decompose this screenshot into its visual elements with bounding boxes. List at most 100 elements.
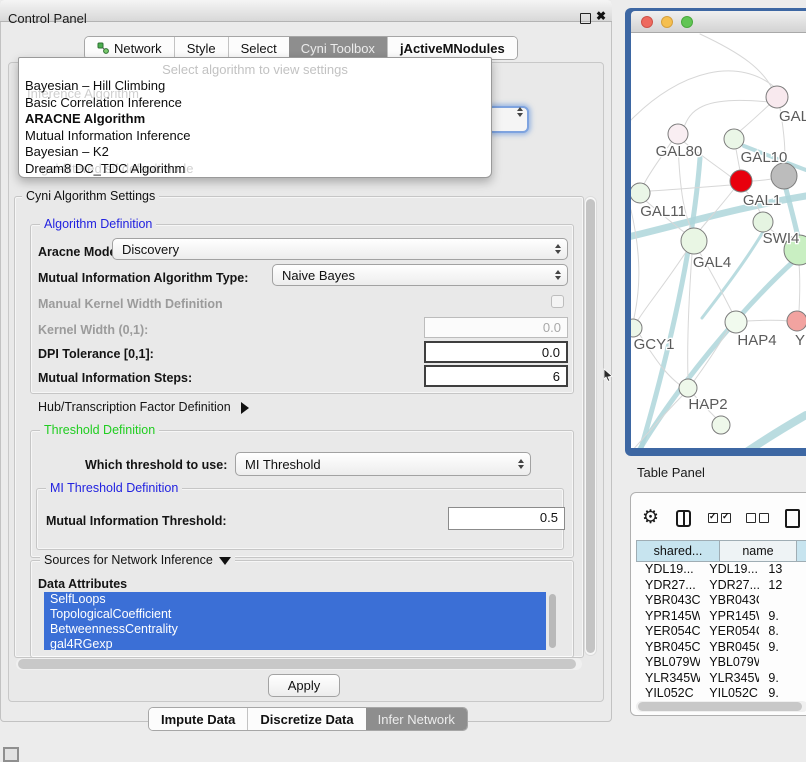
network-node-gal11[interactable]: [631, 183, 650, 203]
network-node-label: GAL1: [743, 192, 781, 209]
network-node-label: GAL: [779, 108, 806, 125]
network-node-label: HAP4: [737, 332, 776, 349]
dropdown-item-bayesian-hill-climbing[interactable]: Bayesian – Hill Climbing: [25, 78, 487, 95]
float-window-icon[interactable]: [580, 13, 591, 24]
table-row[interactable]: YER054CYER054C8.: [636, 624, 806, 640]
table-cell: YDR27...: [700, 578, 759, 594]
table-row[interactable]: YIL052CYIL052C9.: [636, 686, 806, 700]
dropdown-item-bayesian-k2[interactable]: Bayesian – K2: [25, 144, 487, 161]
network-canvas[interactable]: GALGAL80GAL10GAL1GAL11SWI4GAL4GCY1HAP4YH…: [631, 33, 806, 448]
network-node-gal4[interactable]: [681, 228, 707, 254]
network-node-gal1[interactable]: [730, 170, 752, 192]
table-row[interactable]: YLR345WYLR345W9.: [636, 671, 806, 687]
stepper-icon: [555, 244, 561, 254]
dropdown-item-mutual-information-inference[interactable]: Mutual Information Inference: [25, 128, 487, 145]
network-node-swi4[interactable]: [753, 212, 773, 232]
attribute-item-topologicalcoefficient[interactable]: TopologicalCoefficient: [44, 607, 546, 622]
tab-impute-data[interactable]: Impute Data: [149, 708, 247, 730]
network-edge: [736, 149, 740, 170]
network-edge: [650, 185, 731, 191]
apply-button[interactable]: Apply: [268, 674, 340, 697]
network-node-gal[interactable]: [766, 86, 788, 108]
manual-kernel-width-label: Manual Kernel Width Definition: [38, 297, 223, 311]
tab-infer-network[interactable]: Infer Network: [366, 708, 467, 730]
table-row[interactable]: YDR27...YDR27...12: [636, 578, 806, 594]
network-window-titlebar[interactable]: [631, 11, 806, 33]
network-edge: [700, 34, 772, 88]
manual-kernel-width-checkbox[interactable]: [551, 295, 564, 308]
table-cell: [759, 593, 806, 609]
attribute-item-gal4rgexp[interactable]: gal4RGexp: [44, 637, 546, 650]
table-header-row: shared...name: [636, 540, 806, 562]
tab-network[interactable]: Network: [85, 37, 174, 59]
tab-label: Impute Data: [161, 712, 235, 727]
mouse-cursor-icon: [603, 368, 615, 382]
dropdown-item-aracne-algorithm[interactable]: ARACNE Algorithm: [25, 111, 487, 128]
gear-icon[interactable]: ⚙: [642, 507, 659, 529]
table-horizontal-scrollbar[interactable]: [636, 701, 806, 712]
attribute-item-selfloops[interactable]: SelfLoops: [44, 592, 546, 607]
attribute-item-betweennesscentrality[interactable]: BetweennessCentrality: [44, 622, 546, 637]
attributes-list-scrollbar[interactable]: [548, 592, 557, 650]
column-header-name[interactable]: name: [720, 540, 797, 562]
table-cell: 9.: [759, 686, 806, 700]
table-row[interactable]: YBR045CYBR045C9.: [636, 640, 806, 656]
table-row[interactable]: YPR145WYPR145W9.: [636, 609, 806, 625]
collapsed-panel-icon[interactable]: [3, 747, 19, 762]
tab-discretize-data[interactable]: Discretize Data: [247, 708, 365, 730]
mi-algorithm-type-combo[interactable]: Naive Bayes: [272, 264, 568, 286]
table-cell: YPR145W: [700, 609, 759, 625]
network-node-gal80[interactable]: [668, 124, 688, 144]
column-header-extra[interactable]: [797, 540, 806, 562]
hub-definition-toggle[interactable]: Hub/Transcription Factor Definition: [38, 400, 249, 414]
network-node-y[interactable]: [787, 311, 806, 331]
tab-select[interactable]: Select: [228, 37, 289, 59]
inference-algorithm-combo-fragment[interactable]: [487, 106, 529, 133]
column-header-shared...[interactable]: shared...: [636, 540, 720, 562]
zoom-window-icon[interactable]: [681, 16, 693, 28]
dropdown-prompt: Select algorithm to view settings: [19, 62, 491, 77]
close-window-icon[interactable]: [641, 16, 653, 28]
network-node-gcy1[interactable]: [631, 319, 642, 337]
network-node-gal10[interactable]: [724, 129, 744, 149]
network-edge: [740, 104, 770, 131]
table-row[interactable]: YBL079WYBL079W: [636, 655, 806, 671]
settings-vertical-scrollbar[interactable]: [584, 196, 597, 656]
tab-style[interactable]: Style: [174, 37, 228, 59]
network-node[interactable]: [712, 416, 730, 434]
tab-jactivemnodules[interactable]: jActiveMNodules: [387, 37, 517, 59]
network-node-hap2[interactable]: [679, 379, 697, 397]
mi-steps-label: Mutual Information Steps:: [38, 371, 192, 385]
sources-title[interactable]: Sources for Network Inference: [40, 553, 235, 567]
aracne-mode-value: Discovery: [122, 242, 179, 257]
dropdown-item-dream8-dc-tdc-algorithm[interactable]: Dream8 DC_TDC Algorithm: [25, 161, 487, 178]
network-node-label: GAL4: [693, 254, 731, 271]
algorithm-definition-title: Algorithm Definition: [40, 217, 156, 231]
network-node[interactable]: [771, 163, 797, 189]
tab-cyni-toolbox[interactable]: Cyni Toolbox: [289, 37, 387, 59]
mi-steps-field[interactable]: 6: [424, 365, 568, 387]
sources-title-label: Sources for Network Inference: [44, 553, 213, 567]
split-columns-icon[interactable]: [676, 510, 691, 527]
checked-checkboxes-icon[interactable]: [708, 513, 731, 523]
mi-threshold-field[interactable]: 0.5: [448, 507, 565, 530]
table-row[interactable]: YBR043CYBR043C: [636, 593, 806, 609]
network-edge: [631, 71, 778, 120]
network-node-label: GAL11: [640, 203, 686, 220]
settings-horizontal-scrollbar[interactable]: [16, 658, 582, 670]
table-cell: 8.: [759, 624, 806, 640]
aracne-mode-combo[interactable]: Discovery: [112, 238, 568, 260]
which-threshold-combo[interactable]: MI Threshold: [235, 452, 531, 476]
minimize-window-icon[interactable]: [661, 16, 673, 28]
dropdown-item-basic-correlation-inference[interactable]: Basic Correlation Inference: [25, 95, 487, 112]
document-icon[interactable]: [785, 509, 800, 528]
stepper-icon: [518, 459, 524, 469]
control-panel-titlebar[interactable]: [0, 0, 612, 22]
dpi-tolerance-field[interactable]: 0.0: [424, 341, 568, 363]
network-node-label: GAL10: [741, 149, 788, 166]
kernel-width-field[interactable]: 0.0: [424, 317, 568, 338]
close-icon[interactable]: ✖: [596, 9, 606, 23]
network-node-hap4[interactable]: [725, 311, 747, 333]
unchecked-checkboxes-icon[interactable]: [746, 513, 769, 523]
table-row[interactable]: YDL19...YDL19...13: [636, 562, 806, 578]
